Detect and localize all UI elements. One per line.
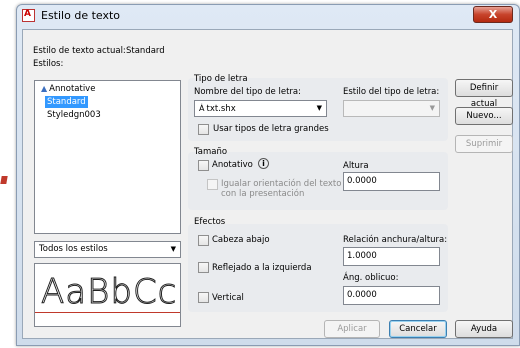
size-group-label: Tamaño xyxy=(194,147,228,157)
height-label: Altura xyxy=(343,161,369,171)
width-factor-label: Relación anchura/altura: xyxy=(343,235,448,245)
style-item-styledgn003[interactable]: Styledgn003 xyxy=(45,109,103,121)
dialog-body: Estilo de texto actual: Standard Estilos… xyxy=(22,29,513,339)
styles-list[interactable]: ▲ Annotative Standard Styledgn003 xyxy=(34,80,181,234)
match-orientation-label-line1: Igualar orientación del texto xyxy=(221,179,342,189)
styles-filter-select[interactable]: Todos los estilos ▼ xyxy=(34,241,181,258)
oblique-angle-value: 0.0000 xyxy=(347,290,377,300)
style-item-standard[interactable]: Standard xyxy=(45,96,88,108)
chevron-down-icon: ▼ xyxy=(170,245,176,253)
styles-filter-value: Todos los estilos xyxy=(39,244,108,254)
upside-down-checkbox[interactable] xyxy=(198,235,209,246)
font-name-label: Nombre del tipo de letra: xyxy=(194,87,301,97)
style-preview: AaBbCc xyxy=(34,263,181,327)
font-name-select[interactable]: Ȧ txt.shx ▼ xyxy=(194,100,327,117)
text-style-dialog: Estilo de texto X Estilo de texto actual… xyxy=(16,4,520,346)
vertical-checkbox[interactable] xyxy=(198,292,209,303)
preview-baseline xyxy=(35,312,180,313)
style-item-label: Styledgn003 xyxy=(47,110,101,120)
use-big-font-checkbox[interactable] xyxy=(198,124,209,135)
cancel-button[interactable]: Cancelar xyxy=(389,320,447,338)
effects-group-label: Efectos xyxy=(194,217,226,227)
shx-font-icon: Ȧ xyxy=(199,104,205,113)
background-red-mark xyxy=(0,176,8,184)
style-item-label: Annotative xyxy=(49,84,96,94)
delete-style-button[interactable]: Suprimir xyxy=(455,135,513,153)
title-bar[interactable]: Estilo de texto X xyxy=(17,5,519,27)
use-big-font-label: Usar tipos de letra grandes xyxy=(213,124,329,134)
match-orientation-checkbox[interactable] xyxy=(207,179,218,190)
annotative-checkbox[interactable] xyxy=(198,160,209,171)
backwards-checkbox[interactable] xyxy=(198,262,209,273)
vertical-label: Vertical xyxy=(212,293,244,303)
font-name-value: txt.shx xyxy=(206,104,236,114)
match-orientation-label-line2: con la presentación xyxy=(221,189,305,199)
width-factor-input[interactable]: 1.0000 xyxy=(343,247,440,266)
oblique-angle-label: Áng. oblicuo: xyxy=(343,273,399,283)
new-style-button[interactable]: Nuevo... xyxy=(455,107,513,125)
current-style-value: Standard xyxy=(126,46,165,56)
set-current-button[interactable]: Definir actual xyxy=(455,79,513,109)
info-icon[interactable]: i xyxy=(258,158,269,169)
apply-button[interactable]: Aplicar xyxy=(324,320,380,338)
app-icon xyxy=(22,9,35,22)
oblique-angle-input[interactable]: 0.0000 xyxy=(343,286,440,305)
backwards-label: Reflejado a la izquierda xyxy=(212,263,312,273)
height-value: 0.0000 xyxy=(347,176,377,186)
window-title: Estilo de texto xyxy=(41,9,121,22)
font-group-label: Tipo de letra xyxy=(194,74,248,84)
upside-down-label: Cabeza abajo xyxy=(212,235,270,245)
font-style-label: Estilo del tipo de letra: xyxy=(343,87,440,97)
current-style-label: Estilo de texto actual: xyxy=(33,46,126,56)
preview-text: AaBbCc xyxy=(40,272,178,313)
close-button[interactable]: X xyxy=(473,6,513,23)
annotative-icon: ▲ xyxy=(41,84,48,93)
font-style-select[interactable]: ▼ xyxy=(343,100,440,117)
annotative-label: Anotativo xyxy=(212,160,253,170)
style-item-annotative[interactable]: ▲ Annotative xyxy=(39,83,97,95)
chevron-down-icon: ▼ xyxy=(429,104,435,112)
styles-label: Estilos: xyxy=(33,59,64,69)
help-button[interactable]: Ayuda xyxy=(455,320,513,338)
style-item-label: Standard xyxy=(47,97,86,107)
width-factor-value: 1.0000 xyxy=(347,251,377,261)
height-input[interactable]: 0.0000 xyxy=(343,172,440,191)
chevron-down-icon: ▼ xyxy=(316,104,322,112)
